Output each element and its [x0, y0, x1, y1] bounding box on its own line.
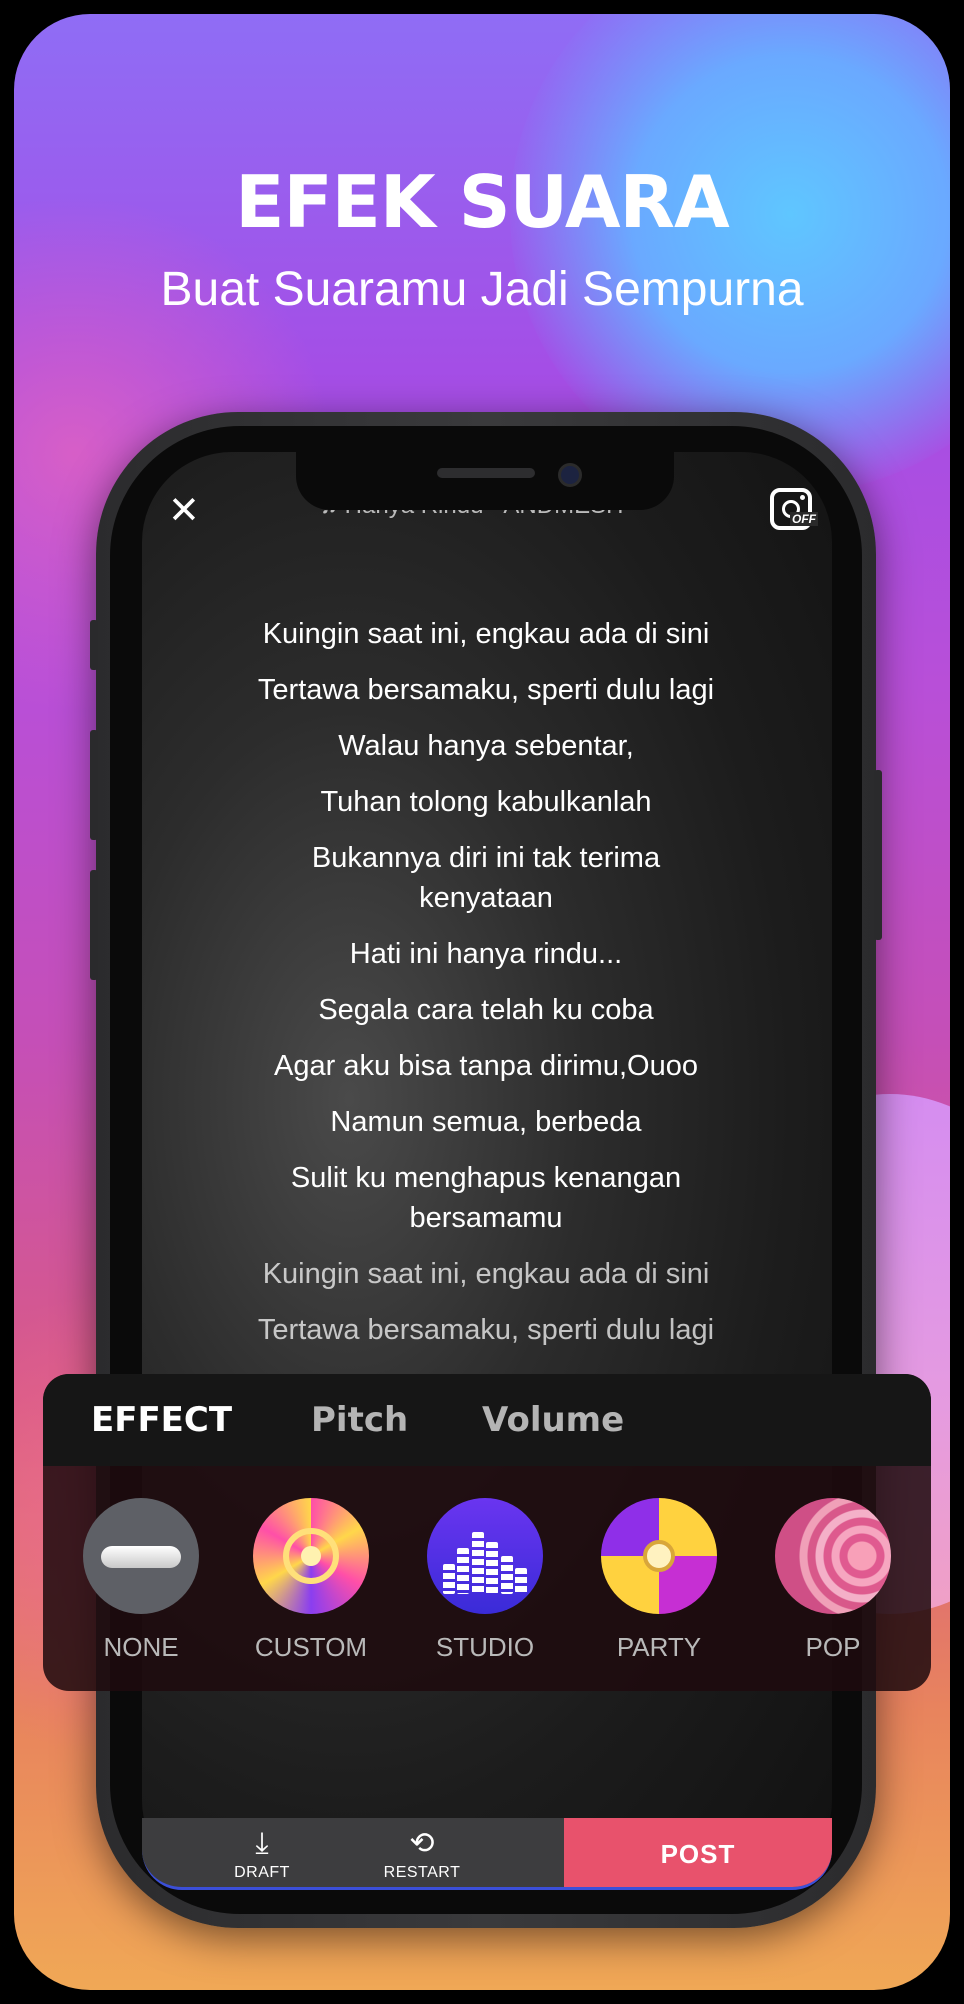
tab-pitch[interactable]: Pitch	[311, 1400, 408, 1440]
lyric-line: Kuingin saat ini, engkau ada di sini	[262, 1258, 710, 1290]
promo-headline: EFEK SUARA	[235, 160, 729, 244]
effect-label: CUSTOM	[254, 1632, 368, 1662]
lyric-line: Bukannya diri ini tak terima kenyataan	[311, 842, 661, 914]
studio-effect-icon	[427, 1498, 543, 1614]
effect-label: PARTY	[616, 1632, 702, 1662]
lyrics-list: Kuingin saat ini, engkau ada di sini Ter…	[200, 614, 772, 1366]
camera-toggle-state: OFF	[790, 512, 818, 526]
effect-studio[interactable]: STUDIO	[415, 1498, 555, 1663]
lyric-line: Segala cara telah ku coba	[318, 994, 654, 1026]
tab-effect[interactable]: EFFECT	[91, 1400, 232, 1440]
custom-effect-icon	[253, 1498, 369, 1614]
effect-tabs: EFFECT Pitch Volume	[43, 1374, 931, 1466]
lyric-line: Tuhan tolong kabulkanlah	[320, 786, 652, 818]
close-icon[interactable]: ✕	[168, 488, 200, 532]
phone-volume-down	[90, 870, 98, 980]
effect-custom[interactable]: CUSTOM	[241, 1498, 381, 1663]
repeat-icon: ⟲	[409, 1826, 435, 1861]
lyric-line: Hati ini hanya rindu...	[349, 938, 623, 970]
lyric-line: Tertawa bersamaku, sperti dulu lagi	[257, 674, 715, 706]
lyric-line: Kuingin saat ini, engkau ada di sini	[262, 618, 710, 650]
phone-speaker	[437, 468, 535, 478]
pop-effect-icon	[775, 1498, 891, 1614]
effect-label: STUDIO	[435, 1632, 535, 1662]
lyric-line: Walau hanya sebentar,	[338, 730, 634, 762]
effect-label: POP	[805, 1632, 861, 1662]
effect-none[interactable]: NONE	[71, 1498, 211, 1663]
download-icon: ⤓	[255, 1826, 269, 1861]
effect-label: NONE	[103, 1632, 179, 1662]
draft-button[interactable]: ⤓ DRAFT	[202, 1818, 322, 1887]
effects-row: NONE CUSTOM STUDIO PARTY POP	[43, 1466, 931, 1691]
phone-volume-up	[90, 730, 98, 840]
bottom-action-bar: ⤓ DRAFT ⟲ RESTART POST	[142, 1818, 832, 1890]
effect-panel: EFFECT Pitch Volume NONE CUSTOM STUDIO P…	[43, 1374, 931, 1691]
restart-button[interactable]: ⟲ RESTART	[362, 1818, 482, 1887]
none-effect-icon	[83, 1498, 199, 1614]
post-button[interactable]: POST	[564, 1818, 832, 1887]
lyric-line: Tertawa bersamaku, sperti dulu lagi	[257, 1314, 715, 1346]
lyric-line: Sulit ku menghapus kenangan bersamamu	[290, 1162, 682, 1234]
phone-power-button	[874, 770, 882, 940]
party-effect-icon	[601, 1498, 717, 1614]
lyric-line: Agar aku bisa tanpa dirimu,Ouoo	[274, 1050, 698, 1082]
tab-volume[interactable]: Volume	[482, 1400, 624, 1440]
effect-party[interactable]: PARTY	[589, 1498, 729, 1663]
effect-pop[interactable]: POP	[763, 1498, 903, 1663]
promo-subline: Buat Suaramu Jadi Sempurna	[160, 263, 804, 316]
phone-notch	[296, 452, 674, 510]
front-camera	[558, 463, 582, 487]
phone-mute-switch	[90, 620, 98, 670]
lyric-line: Namun semua, berbeda	[330, 1106, 642, 1138]
